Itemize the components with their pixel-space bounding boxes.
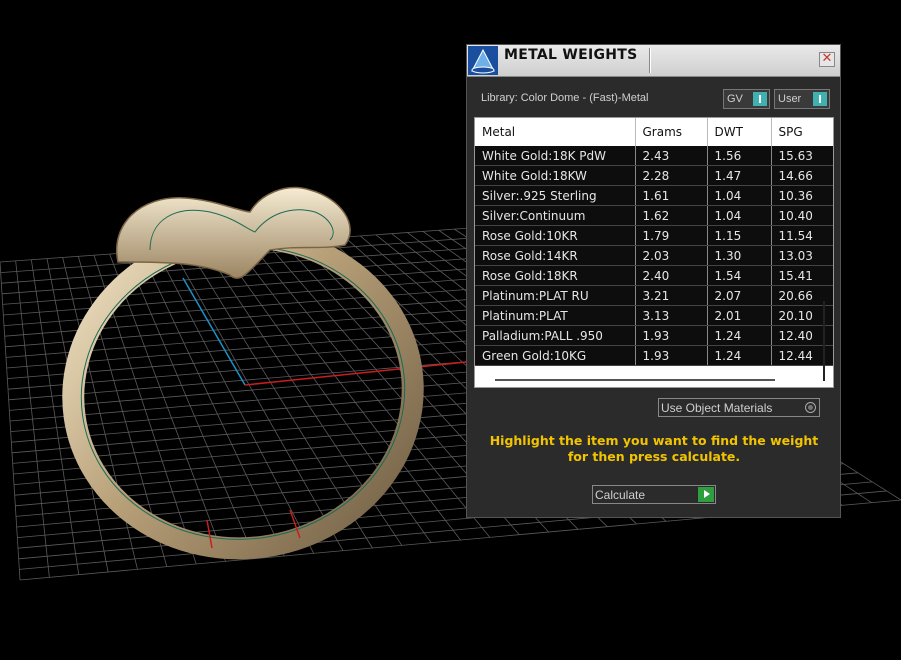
cell-dwt: 1.04 bbox=[707, 185, 772, 206]
cell-metal: Rose Gold:18KR bbox=[475, 265, 636, 286]
use-object-materials-button[interactable]: Use Object Materials bbox=[658, 398, 820, 417]
cell-dwt: 1.54 bbox=[707, 265, 772, 286]
cell-spg: 13.03 bbox=[771, 245, 833, 266]
cell-spg: 11.54 bbox=[771, 225, 833, 246]
cell-spg: 10.36 bbox=[771, 185, 833, 206]
table-row[interactable]: Silver:Continuum 1.62 1.04 10.40 bbox=[475, 205, 833, 226]
cell-metal: Palladium:PALL .950 bbox=[475, 325, 636, 346]
cell-grams: 1.93 bbox=[635, 325, 708, 346]
gv-label: GV bbox=[727, 93, 743, 105]
library-label: Library: Color Dome - (Fast)-Metal bbox=[481, 92, 649, 104]
table-row[interactable]: Green Gold:10KG 1.93 1.24 12.44 bbox=[475, 345, 833, 366]
panel-title: METAL WEIGHTS bbox=[504, 47, 638, 63]
cell-spg: 10.40 bbox=[771, 205, 833, 226]
table-row[interactable]: Palladium:PALL .950 1.93 1.24 12.40 bbox=[475, 325, 833, 346]
cell-metal: Platinum:PLAT RU bbox=[475, 285, 636, 306]
metal-weights-panel: METAL WEIGHTS ✕ Library: Color Dome - (F… bbox=[466, 44, 841, 518]
instruction-text: Highlight the item you want to find the … bbox=[489, 433, 819, 464]
column-header-dwt[interactable]: DWT bbox=[707, 118, 772, 146]
user-toggle-button[interactable]: User bbox=[774, 89, 830, 109]
cell-dwt: 1.24 bbox=[707, 345, 772, 366]
close-button[interactable]: ✕ bbox=[819, 52, 835, 67]
table-row[interactable]: White Gold:18KW 2.28 1.47 14.66 bbox=[475, 165, 833, 186]
cell-dwt: 1.15 bbox=[707, 225, 772, 246]
table-row[interactable]: White Gold:18K PdW 2.43 1.56 15.63 bbox=[475, 146, 833, 166]
table-row[interactable]: Rose Gold:14KR 2.03 1.30 13.03 bbox=[475, 245, 833, 266]
cell-dwt: 2.07 bbox=[707, 285, 772, 306]
column-header-grams[interactable]: Grams bbox=[635, 118, 708, 146]
user-label: User bbox=[778, 93, 802, 105]
cell-grams: 1.61 bbox=[635, 185, 708, 206]
table-row[interactable]: Rose Gold:18KR 2.40 1.54 15.41 bbox=[475, 265, 833, 286]
cell-spg: 15.63 bbox=[771, 146, 833, 166]
radio-circle-icon bbox=[805, 402, 816, 413]
gv-toggle-button[interactable]: GV bbox=[723, 89, 770, 109]
table-row[interactable]: Platinum:PLAT RU 3.21 2.07 20.66 bbox=[475, 285, 833, 306]
cell-dwt: 2.01 bbox=[707, 305, 772, 326]
cell-spg: 15.41 bbox=[771, 265, 833, 286]
cell-metal: Rose Gold:10KR bbox=[475, 225, 636, 246]
cell-spg: 14.66 bbox=[771, 165, 833, 186]
table-header-row: Metal Grams DWT SPG bbox=[475, 118, 833, 146]
calculate-label: Calculate bbox=[595, 488, 646, 502]
close-icon: ✕ bbox=[821, 51, 833, 66]
horizontal-scrollbar[interactable] bbox=[495, 379, 775, 381]
table-row[interactable]: Silver:.925 Sterling 1.61 1.04 10.36 bbox=[475, 185, 833, 206]
cell-grams: 2.40 bbox=[635, 265, 708, 286]
cell-metal: White Gold:18K PdW bbox=[475, 146, 636, 166]
calculate-button[interactable]: Calculate bbox=[592, 485, 716, 504]
use-object-materials-label: Use Object Materials bbox=[661, 401, 773, 415]
metal-weights-table[interactable]: Metal Grams DWT SPG White Gold:18K PdW 2.… bbox=[474, 117, 834, 388]
table-row[interactable]: Rose Gold:10KR 1.79 1.15 11.54 bbox=[475, 225, 833, 246]
cell-metal: Silver:Continuum bbox=[475, 205, 636, 226]
table-row[interactable]: Platinum:PLAT 3.13 2.01 20.10 bbox=[475, 305, 833, 326]
cell-grams: 2.03 bbox=[635, 245, 708, 266]
column-header-metal[interactable]: Metal bbox=[475, 118, 636, 146]
cell-dwt: 1.56 bbox=[707, 146, 772, 166]
cell-metal: Rose Gold:14KR bbox=[475, 245, 636, 266]
cell-grams: 1.93 bbox=[635, 345, 708, 366]
cell-metal: White Gold:18KW bbox=[475, 165, 636, 186]
cell-grams: 1.79 bbox=[635, 225, 708, 246]
dome-logo-icon bbox=[468, 46, 498, 75]
toggle-knob-icon bbox=[813, 92, 827, 106]
cell-metal: Green Gold:10KG bbox=[475, 345, 636, 366]
panel-titlebar[interactable]: METAL WEIGHTS ✕ bbox=[467, 45, 840, 77]
cell-metal: Platinum:PLAT bbox=[475, 305, 636, 326]
toggle-knob-icon bbox=[753, 92, 767, 106]
cell-grams: 3.21 bbox=[635, 285, 708, 306]
play-icon bbox=[698, 487, 714, 502]
cell-dwt: 1.04 bbox=[707, 205, 772, 226]
cell-metal: Silver:.925 Sterling bbox=[475, 185, 636, 206]
cell-dwt: 1.30 bbox=[707, 245, 772, 266]
cell-grams: 2.43 bbox=[635, 146, 708, 166]
cell-dwt: 1.24 bbox=[707, 325, 772, 346]
vertical-scrollbar[interactable] bbox=[823, 301, 825, 381]
cell-grams: 3.13 bbox=[635, 305, 708, 326]
cell-grams: 1.62 bbox=[635, 205, 708, 226]
cell-dwt: 1.47 bbox=[707, 165, 772, 186]
cell-grams: 2.28 bbox=[635, 165, 708, 186]
titlebar-divider bbox=[649, 48, 650, 73]
column-header-spg[interactable]: SPG bbox=[771, 118, 833, 146]
